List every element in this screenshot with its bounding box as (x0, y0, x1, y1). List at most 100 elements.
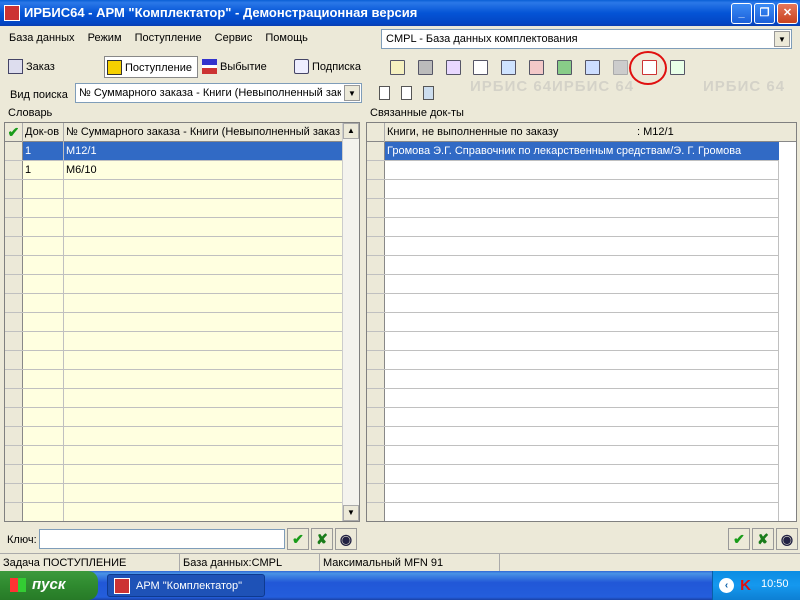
empty-cell (385, 294, 779, 312)
empty-row (5, 275, 343, 294)
system-tray: ‹ K 10:50 (712, 571, 800, 600)
eye-icon: ◉ (780, 531, 794, 547)
toolbar-button[interactable] (416, 58, 435, 77)
tree-button[interactable] (420, 84, 438, 102)
view-button[interactable]: ◉ (335, 528, 357, 550)
taskbar: пуск АРМ "Комплектатор" ‹ K 10:50 (0, 571, 800, 600)
copy-icon (473, 60, 488, 75)
header-indicator (367, 123, 385, 142)
linked-view-button[interactable]: ◉ (776, 528, 798, 550)
column-term[interactable]: № Суммарного заказа - Книги (Невыполненн… (64, 123, 343, 142)
edit-icon (446, 60, 461, 75)
empty-cell (23, 446, 64, 464)
toolbar-button[interactable] (668, 58, 687, 77)
window-title: ИРБИС64 - АРМ "Комплектатор" - Демонстра… (24, 5, 418, 20)
toolbar-button[interactable] (583, 58, 602, 77)
empty-row (367, 427, 779, 446)
empty-row (367, 294, 779, 313)
scroll-up-icon[interactable]: ▲ (343, 123, 359, 139)
empty-cell (23, 332, 64, 350)
tab-subscription[interactable]: Подписка (292, 56, 364, 78)
dictionary-scrollbar[interactable]: ▲ ▼ (342, 123, 359, 521)
key-input[interactable] (39, 529, 285, 549)
receipt-icon (107, 60, 122, 75)
empty-row (367, 446, 779, 465)
antivirus-icon[interactable]: K (738, 577, 753, 594)
linked-cancel-button[interactable]: ✘ (752, 528, 774, 550)
database-select-value: CMPL - База данных комплектования (386, 33, 578, 45)
linked-header-value: : M12/1 (637, 126, 674, 138)
empty-cell (385, 389, 779, 407)
empty-cell (64, 199, 343, 217)
empty-row (367, 351, 779, 370)
empty-row (5, 427, 343, 446)
empty-cell (385, 237, 779, 255)
empty-cell (385, 446, 779, 464)
toolbar-button[interactable] (444, 58, 463, 77)
empty-row (367, 389, 779, 408)
check-icon[interactable]: ✔ (5, 123, 23, 142)
menu-receipt[interactable]: Поступление (130, 28, 207, 48)
page-icon (501, 60, 516, 75)
title-bar[interactable]: ИРБИС64 - АРМ "Комплектатор" - Демонстра… (0, 0, 800, 26)
empty-row (5, 484, 343, 503)
confirm-button[interactable]: ✔ (287, 528, 309, 550)
toolbar-button[interactable] (388, 58, 407, 77)
database-select[interactable]: CMPL - База данных комплектования ▼ (381, 29, 792, 49)
toolbar-button[interactable] (527, 58, 546, 77)
toolbar-button[interactable] (555, 58, 574, 77)
empty-cell (23, 275, 64, 293)
tab-order[interactable]: Заказ (6, 56, 86, 78)
chevron-down-icon[interactable]: ▼ (774, 31, 790, 47)
empty-cell (64, 465, 343, 483)
maximize-button[interactable]: ❐ (754, 3, 775, 24)
empty-cell (64, 427, 343, 445)
empty-cell (385, 503, 779, 521)
linked-confirm-button[interactable]: ✔ (728, 528, 750, 550)
close-button[interactable]: ✕ (777, 3, 798, 24)
table-row[interactable]: Громова Э.Г. Справочник по лекарственным… (367, 142, 779, 161)
toolbar-button[interactable] (611, 58, 630, 77)
empty-cell (23, 503, 64, 521)
search-mode-label: Вид поиска (10, 89, 68, 101)
dictionary-header: ✔ Док-ов № Суммарного заказа - Книги (Не… (5, 123, 343, 142)
dictionary-grid[interactable]: ✔ Док-ов № Суммарного заказа - Книги (Не… (4, 122, 360, 522)
menu-bar: База данных Режим Поступление Сервис Пом… (4, 28, 314, 50)
empty-row (367, 408, 779, 427)
toolbar-button[interactable] (471, 58, 490, 77)
empty-cell (385, 427, 779, 445)
empty-cell (23, 256, 64, 274)
empty-row (5, 408, 343, 427)
empty-cell (64, 351, 343, 369)
menu-help[interactable]: Помощь (260, 28, 313, 48)
scroll-down-icon[interactable]: ▼ (343, 505, 359, 521)
table-row[interactable]: 1 M6/10 (5, 161, 343, 180)
start-button[interactable]: пуск (0, 571, 98, 600)
empty-cell (64, 332, 343, 350)
tray-expand-icon[interactable]: ‹ (719, 578, 734, 593)
report-icon (557, 60, 572, 75)
table-row[interactable]: 1 M12/1 (5, 142, 343, 161)
empty-cell (385, 484, 779, 502)
search-mode-select[interactable]: № Суммарного заказа - Книги (Невыполненн… (75, 83, 362, 103)
minimize-button[interactable]: _ (731, 3, 752, 24)
menu-mode[interactable]: Режим (83, 28, 127, 48)
blank-document-button[interactable] (398, 84, 416, 102)
tab-disposal[interactable]: Выбытие (200, 56, 280, 78)
toolbar-button[interactable] (499, 58, 518, 77)
empty-cell (64, 370, 343, 388)
chevron-down-icon[interactable]: ▼ (344, 85, 360, 101)
empty-cell (64, 256, 343, 274)
cancel-button[interactable]: ✘ (311, 528, 333, 550)
tab-receipt[interactable]: Поступление (104, 56, 198, 78)
empty-cell (23, 313, 64, 331)
new-document-button[interactable] (376, 84, 394, 102)
menu-database[interactable]: База данных (4, 28, 80, 48)
highlight-ring (629, 51, 667, 85)
column-doc-count[interactable]: Док-ов (23, 123, 64, 142)
mode-tabs: Заказ Поступление Выбытие Подписка (4, 56, 366, 78)
linked-docs-grid[interactable]: Книги, не выполненные по заказу : M12/1 … (366, 122, 797, 522)
taskbar-item-app[interactable]: АРМ "Комплектатор" (107, 574, 265, 597)
menu-service[interactable]: Сервис (210, 28, 258, 48)
empty-row (367, 503, 779, 521)
